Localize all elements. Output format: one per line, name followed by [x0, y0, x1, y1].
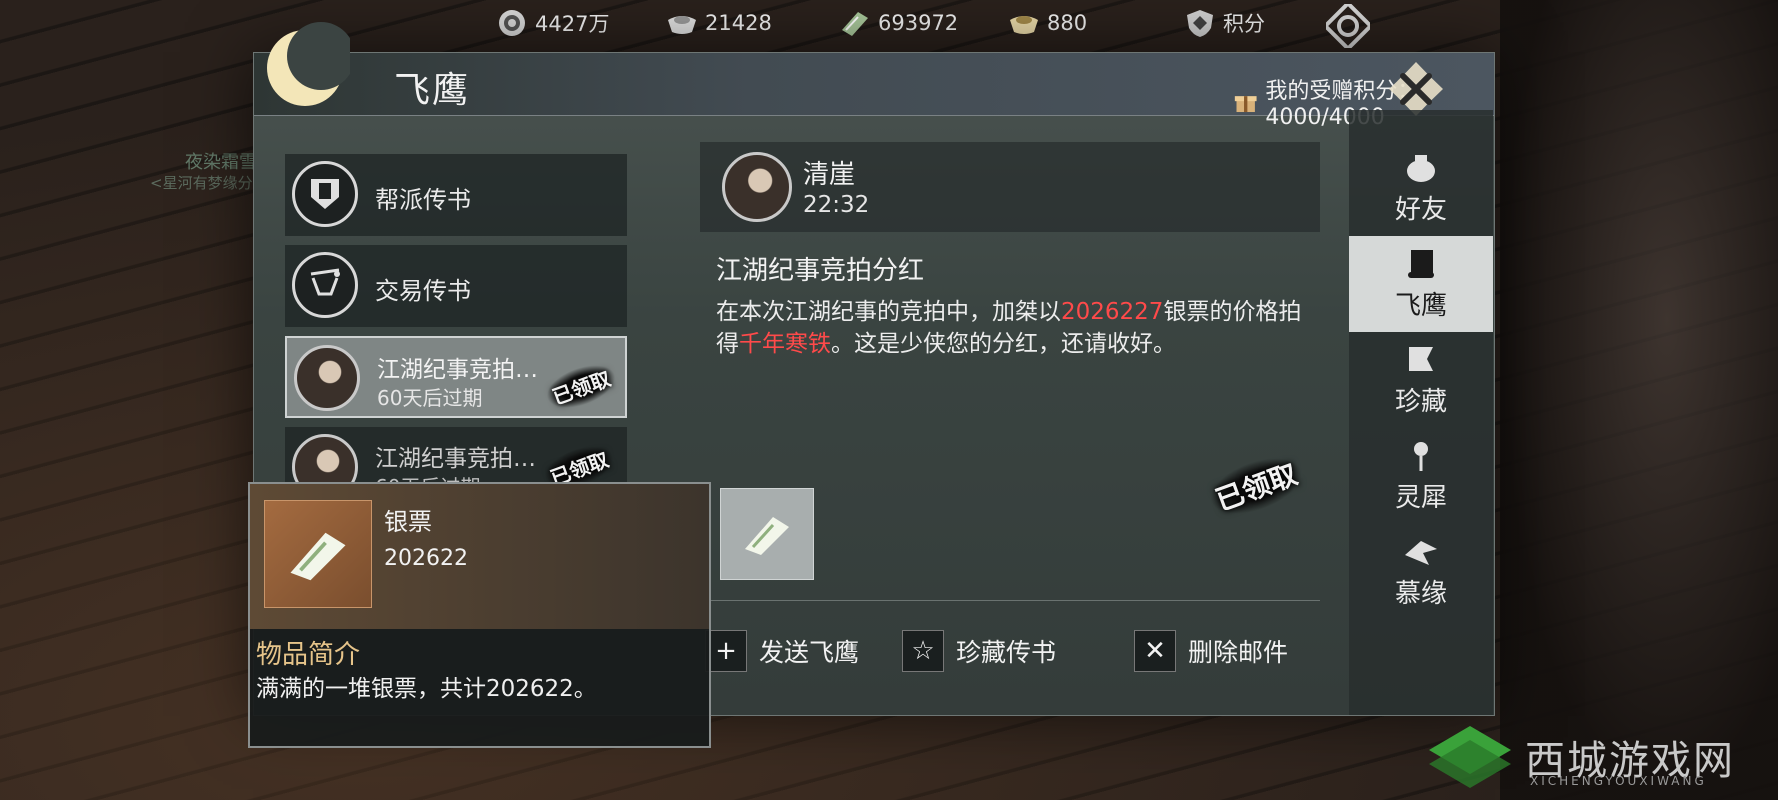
currency-silver-note[interactable]: 693972: [838, 8, 958, 38]
watermark-logo-icon: [1429, 726, 1511, 788]
item-name: 银票: [384, 508, 432, 536]
gold-ingot-icon: [1010, 16, 1038, 34]
body-item: 千年寒铁: [739, 331, 831, 357]
delete-mail-label: 删除邮件: [1188, 638, 1289, 667]
currency-value: 21428: [705, 11, 772, 35]
body-text: 。这是少侠您的分红，还请收好。: [831, 331, 1176, 357]
delete-mail-button[interactable]: ✕ 删除邮件: [1134, 630, 1288, 672]
points-label: 积分: [1223, 12, 1265, 36]
silver-note-icon: [290, 532, 346, 581]
plus-icon: +: [705, 630, 747, 672]
mail-body: 在本次江湖纪事的竞拍中，加桀以2026227银票的价格拍得千年寒铁。这是少侠您的…: [716, 296, 1316, 360]
send-mail-label: 发送飞鹰: [759, 638, 860, 667]
star-icon: ☆: [902, 630, 944, 672]
claimed-stamp: 已领取: [540, 356, 622, 417]
origami-crane-icon: [1405, 540, 1437, 565]
item-tooltip: 银票 202622 物品简介 满满的一堆银票，共计202622。: [248, 482, 711, 748]
tooltip-header: 银票 202622: [250, 484, 709, 629]
mail-item-title: 江湖纪事竞拍…: [377, 357, 538, 383]
site-watermark: 西城游戏网 XICHENGYOUXIWANG: [1425, 722, 1735, 792]
category-trade-mail[interactable]: 交易传书: [285, 245, 627, 327]
tab-friends[interactable]: 好友: [1349, 140, 1493, 236]
background-player-name: 夜染霜雪: [185, 152, 257, 173]
tab-label: 珍藏: [1394, 386, 1447, 417]
mail-item-selected[interactable]: 江湖纪事竞拍… 60天后过期 已领取: [285, 336, 627, 418]
item-count: 202622: [384, 546, 468, 571]
settings-gear-icon[interactable]: [1326, 4, 1370, 48]
sender-avatar: [294, 345, 360, 411]
tab-label: 好友: [1394, 194, 1447, 225]
window-titlebar: 飞鹰 我的受赠积分：4000/4000: [254, 53, 1494, 130]
divider: [700, 600, 1320, 601]
background-player-title: <星河有梦缘分: [150, 174, 253, 192]
tab-flying-eagle[interactable]: 飞鹰: [1349, 236, 1493, 332]
gift-icon: [1234, 95, 1257, 112]
tab-spirit[interactable]: 灵犀: [1349, 428, 1493, 524]
watermark-subtext: XICHENGYOUXIWANG: [1530, 774, 1707, 788]
collect-mail-button[interactable]: ☆ 珍藏传书: [902, 630, 1056, 672]
category-icon-frame: [292, 161, 358, 227]
mail-subject: 江湖纪事竞拍分红: [716, 256, 925, 286]
window-title: 飞鹰: [394, 70, 471, 111]
points-button[interactable]: 积分: [1183, 8, 1265, 38]
coin-bag-icon: [499, 10, 525, 36]
currency-value: 880: [1047, 11, 1088, 35]
item-description-title: 物品简介: [256, 640, 361, 670]
teapot-icon: [1407, 154, 1435, 182]
currency-value: 4427万: [535, 12, 610, 36]
scroll-icon: [1408, 249, 1434, 278]
item-description: 满满的一堆银票，共计202622。: [256, 676, 597, 702]
tab-affinity[interactable]: 慕缘: [1349, 524, 1493, 620]
tab-label: 慕缘: [1394, 578, 1447, 609]
body-text: 在本次江湖纪事的竞拍中，加桀以: [716, 299, 1061, 325]
mail-item-expire: 60天后过期: [377, 386, 483, 410]
send-mail-button[interactable]: + 发送飞鹰: [705, 630, 859, 672]
collect-mail-label: 珍藏传书: [956, 638, 1057, 667]
side-tabs: 好友 飞鹰 珍藏 灵犀 慕缘: [1349, 110, 1493, 715]
x-icon: ✕: [1134, 630, 1176, 672]
shield-points-icon: [1187, 10, 1213, 37]
mail-item-title: 江湖纪事竞拍…: [375, 446, 536, 472]
mail-time: 22:32: [803, 192, 870, 218]
tab-label: 灵犀: [1394, 482, 1447, 513]
tab-label: 飞鹰: [1394, 290, 1447, 321]
category-guild-mail[interactable]: 帮派传书: [285, 154, 627, 236]
sender-avatar: [722, 152, 792, 222]
currency-value: 693972: [878, 11, 959, 35]
currency-gold-ingot[interactable]: 880: [1007, 8, 1087, 38]
crescent-moon-icon: [267, 22, 350, 106]
category-icon-frame: [292, 252, 358, 318]
category-label: 帮派传书: [375, 186, 471, 214]
currency-silver-ingot[interactable]: 21428: [665, 8, 772, 38]
category-label: 交易传书: [375, 277, 471, 305]
spirit-icon: [1414, 441, 1428, 471]
scene-background-right: [1500, 0, 1778, 800]
guild-banner-icon: [311, 179, 339, 209]
silver-ingot-icon: [668, 16, 696, 34]
body-amount: 2026227: [1061, 299, 1164, 325]
silver-note-icon: [745, 517, 789, 555]
attachment-slot[interactable]: [720, 488, 814, 580]
flag-icon: [1409, 346, 1433, 371]
mail-header: 清崖 22:32: [700, 142, 1320, 232]
silver-note-icon: [842, 12, 868, 36]
tab-collection[interactable]: 珍藏: [1349, 332, 1493, 428]
item-icon-frame: [264, 500, 372, 608]
scale-icon: [310, 268, 340, 296]
sender-name: 清崖: [803, 160, 856, 190]
currency-coin-bag[interactable]: 4427万: [495, 8, 609, 38]
